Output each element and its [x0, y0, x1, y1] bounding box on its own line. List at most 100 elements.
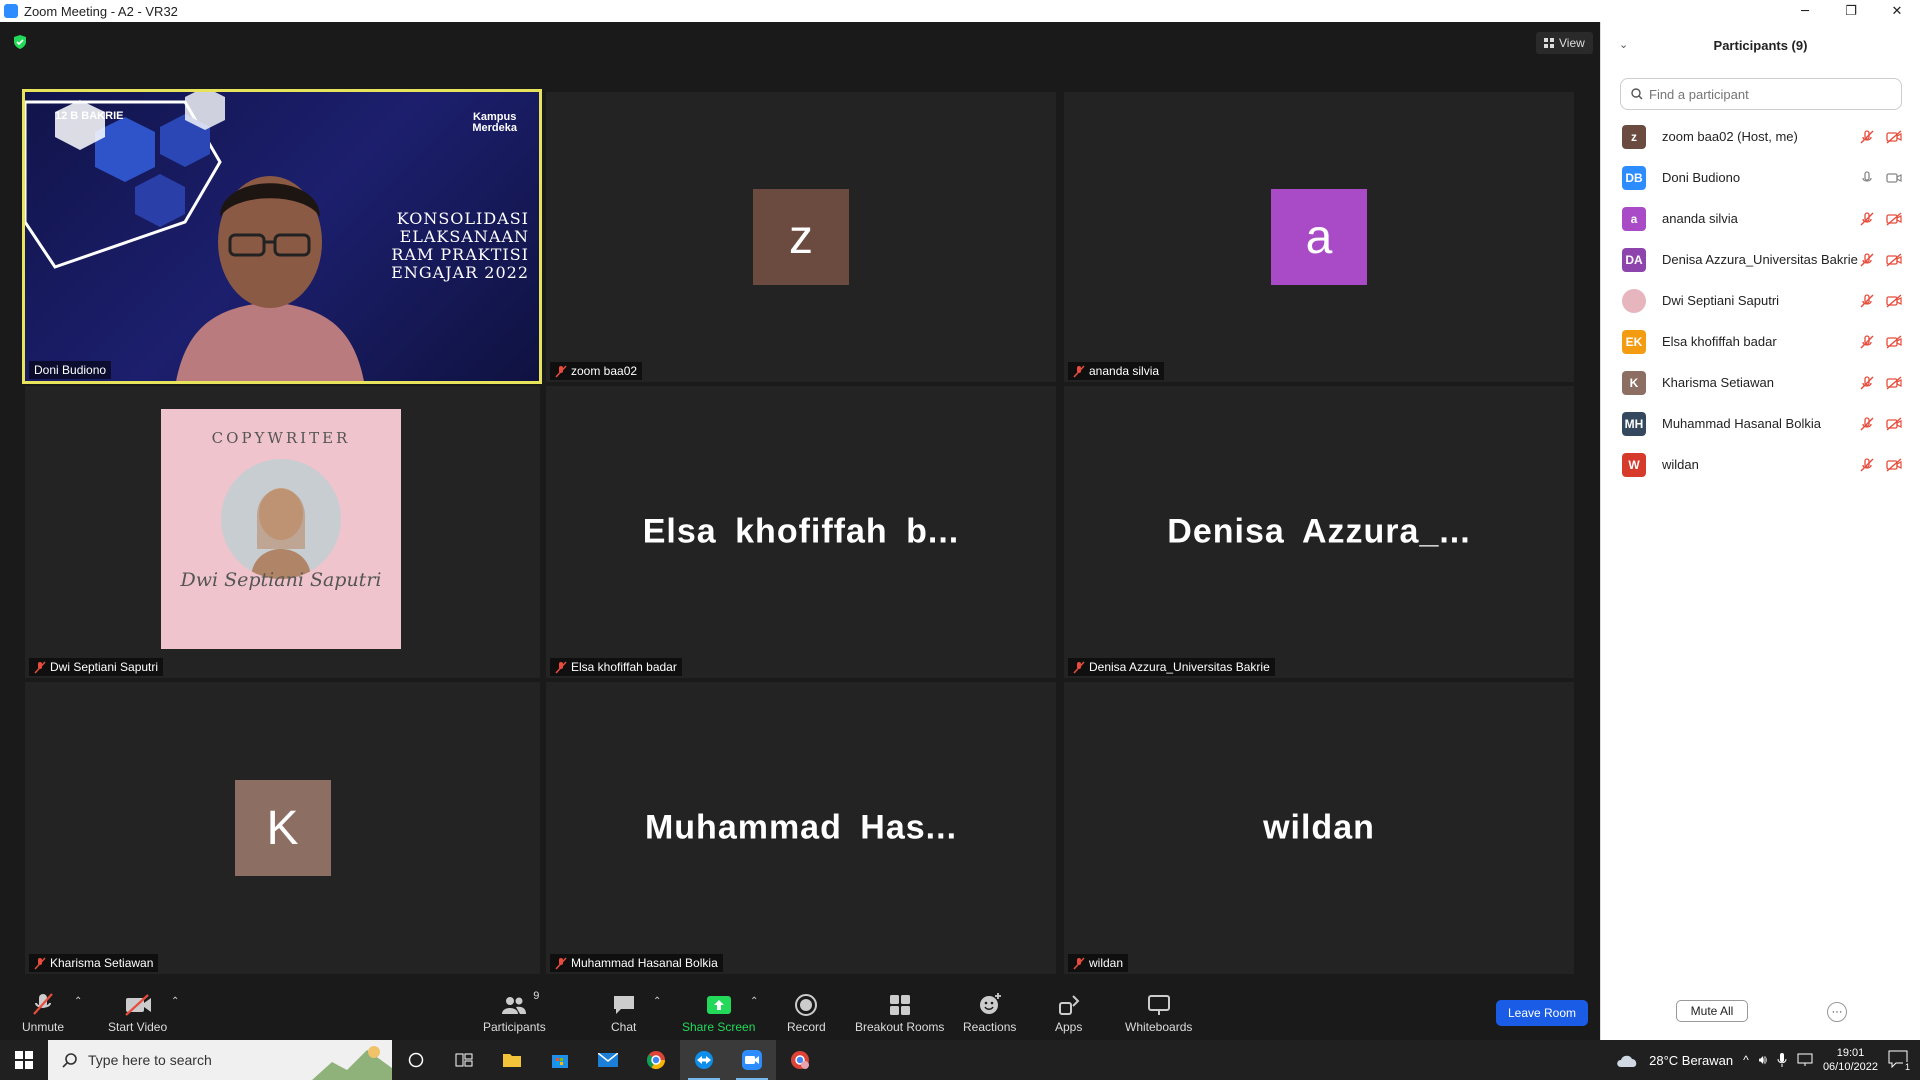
audio-options-chevron[interactable]: ⌃	[74, 996, 82, 1007]
video-tile-denisa[interactable]: Denisa Azzura_... Denisa Azzura_Universi…	[1064, 386, 1574, 678]
participant-name: zoom baa02 (Host, me)	[1662, 129, 1798, 144]
chat-options-chevron[interactable]: ⌃	[653, 996, 661, 1007]
microsoft-store-icon[interactable]	[536, 1040, 584, 1080]
video-off-icon[interactable]	[1886, 457, 1902, 472]
tile-nameplate: Muhammad Hasanal Bolkia	[550, 954, 723, 972]
breakout-rooms-button[interactable]: Breakout Rooms	[855, 990, 944, 1034]
windows-start-button[interactable]	[0, 1040, 48, 1080]
more-options-button[interactable]: ···	[1827, 1002, 1847, 1022]
minimize-button[interactable]: ─	[1782, 0, 1828, 22]
mic-muted-icon[interactable]	[1860, 416, 1874, 431]
leave-room-button[interactable]: Leave Room	[1496, 1000, 1588, 1026]
volume-icon[interactable]: 🔊︎	[1759, 1053, 1767, 1068]
avatar: K	[1622, 370, 1646, 395]
zoom-taskbar-icon[interactable]	[728, 1040, 776, 1080]
window-titlebar: Zoom Meeting - A2 - VR32 ─ ❐ ✕	[0, 0, 1920, 22]
video-tile-dwi-septiani[interactable]: COPYWRITER Dwi Septiani Saputri Dwi Sept…	[25, 386, 540, 678]
mic-muted-icon[interactable]	[1860, 129, 1874, 144]
participant-row[interactable]: EK Elsa khofiffah badar	[1601, 321, 1920, 362]
mic-muted-icon[interactable]	[1860, 334, 1874, 349]
participant-display-name: Muhammad Has...	[644, 808, 958, 847]
close-window-button[interactable]: ✕	[1874, 0, 1920, 22]
mic-muted-icon[interactable]	[1860, 211, 1874, 226]
mic-muted-icon	[555, 956, 567, 970]
presenter-person	[176, 176, 364, 381]
network-icon[interactable]	[1797, 1053, 1813, 1067]
mic-muted-icon[interactable]	[1860, 293, 1874, 308]
record-icon	[795, 994, 818, 1016]
restore-button[interactable]: ❐	[1828, 0, 1874, 22]
video-off-icon[interactable]	[1886, 416, 1902, 431]
task-view-icon[interactable]	[392, 1040, 440, 1080]
participant-row[interactable]: MH Muhammad Hasanal Bolkia	[1601, 403, 1920, 444]
mail-icon[interactable]	[584, 1040, 632, 1080]
video-icon[interactable]	[1886, 171, 1902, 185]
video-off-icon[interactable]	[1886, 129, 1902, 144]
video-tile-ananda-silvia[interactable]: a ananda silvia	[1064, 92, 1574, 382]
mic-muted-icon	[33, 993, 53, 1015]
participant-row[interactable]: Dwi Septiani Saputri	[1601, 280, 1920, 321]
start-video-button[interactable]: Start Video	[108, 990, 167, 1034]
participant-name: Doni Budiono	[1662, 170, 1741, 185]
panel-footer: Mute All ···	[1601, 992, 1920, 1032]
participant-search-input[interactable]	[1649, 86, 1879, 102]
participant-row[interactable]: Wwildan	[1601, 444, 1920, 485]
profile-photo	[221, 459, 341, 579]
participant-name: Kharisma Setiawan	[1662, 375, 1774, 390]
share-options-chevron[interactable]: ⌃	[750, 996, 758, 1007]
video-options-chevron[interactable]: ⌃	[171, 996, 179, 1007]
taskbar-search-box[interactable]: Type here to search	[48, 1040, 392, 1080]
unmute-button[interactable]: Unmute	[22, 990, 64, 1034]
breakout-rooms-icon	[889, 995, 910, 1015]
video-tile-elsa[interactable]: Elsa khofiffah b... Elsa khofiffah badar	[546, 386, 1056, 678]
chrome-icon[interactable]	[632, 1040, 680, 1080]
participant-search[interactable]	[1620, 78, 1902, 110]
reactions-button[interactable]: Reactions	[963, 990, 1016, 1034]
participants-button[interactable]: 9 Participants	[483, 990, 546, 1034]
video-off-icon[interactable]	[1886, 211, 1902, 226]
mic-muted-icon[interactable]	[1860, 457, 1874, 472]
mute-all-button[interactable]: Mute All	[1676, 1000, 1748, 1022]
mic-icon[interactable]	[1860, 170, 1874, 185]
participant-row[interactable]: z zoom baa02 (Host, me)	[1601, 116, 1920, 157]
widgets-icon[interactable]	[440, 1040, 488, 1080]
tile-nameplate: ananda silvia	[1068, 362, 1165, 380]
participant-row[interactable]: DA Denisa Azzura_Universitas Bakrie	[1601, 239, 1920, 280]
participant-row[interactable]: a ananda silvia	[1601, 198, 1920, 239]
video-off-icon[interactable]	[1886, 252, 1902, 267]
video-off-icon[interactable]	[1886, 293, 1902, 308]
video-tile-kharisma[interactable]: K Kharisma Setiawan	[25, 682, 540, 974]
weather-text[interactable]: 28°C Berawan	[1649, 1053, 1733, 1068]
taskbar-clock[interactable]: 19:01 06/10/2022	[1823, 1046, 1878, 1074]
participants-panel: ⌄ Participants (9) zzoom baa02 (Host, me…	[1600, 22, 1920, 1040]
chrome-profile-icon[interactable]	[776, 1040, 824, 1080]
share-screen-button[interactable]: Share Screen	[682, 990, 755, 1034]
system-tray: 28°C Berawan ^ 🔊︎ 19:01 06/10/2022 1	[1615, 1040, 1920, 1080]
whiteboards-button[interactable]: Whiteboards	[1125, 990, 1192, 1034]
tile-nameplate: Doni Budiono	[29, 361, 112, 379]
video-tile-doni[interactable]: 12 B BAKRIE Kampus Merdeka KONSOLIDASI EL…	[22, 89, 542, 384]
reactions-icon	[979, 993, 1001, 1014]
show-hidden-icons-chevron-icon[interactable]: ^	[1743, 1053, 1749, 1067]
participant-row[interactable]: DB Doni Budiono	[1601, 157, 1920, 198]
video-off-icon[interactable]	[1886, 334, 1902, 349]
notification-center-icon[interactable]: 1	[1888, 1050, 1912, 1072]
record-button[interactable]: Record	[787, 990, 826, 1034]
meeting-toolbar: Unmute ⌃ Start Video ⌃ 9 Participants Ch…	[0, 982, 1600, 1040]
view-button[interactable]: View	[1536, 32, 1593, 54]
teamviewer-icon[interactable]	[680, 1040, 728, 1080]
apps-button[interactable]: Apps	[1055, 990, 1082, 1034]
video-tile-muhammad[interactable]: Muhammad Has... Muhammad Hasanal Bolkia	[546, 682, 1056, 974]
participant-row[interactable]: K Kharisma Setiawan	[1601, 362, 1920, 403]
video-off-icon[interactable]	[1886, 375, 1902, 390]
microphone-icon[interactable]	[1777, 1052, 1787, 1068]
video-tile-zoom-baa02[interactable]: z zoom baa02	[546, 92, 1056, 382]
tile-nameplate: Dwi Septiani Saputri	[29, 658, 164, 676]
avatar: DA	[1622, 247, 1646, 272]
mic-muted-icon[interactable]	[1860, 375, 1874, 390]
mic-muted-icon[interactable]	[1860, 252, 1874, 267]
security-shield-icon[interactable]	[12, 34, 28, 50]
chat-button[interactable]: Chat	[611, 990, 636, 1034]
video-tile-wildan[interactable]: wildan wildan	[1064, 682, 1574, 974]
file-explorer-icon[interactable]	[488, 1040, 536, 1080]
